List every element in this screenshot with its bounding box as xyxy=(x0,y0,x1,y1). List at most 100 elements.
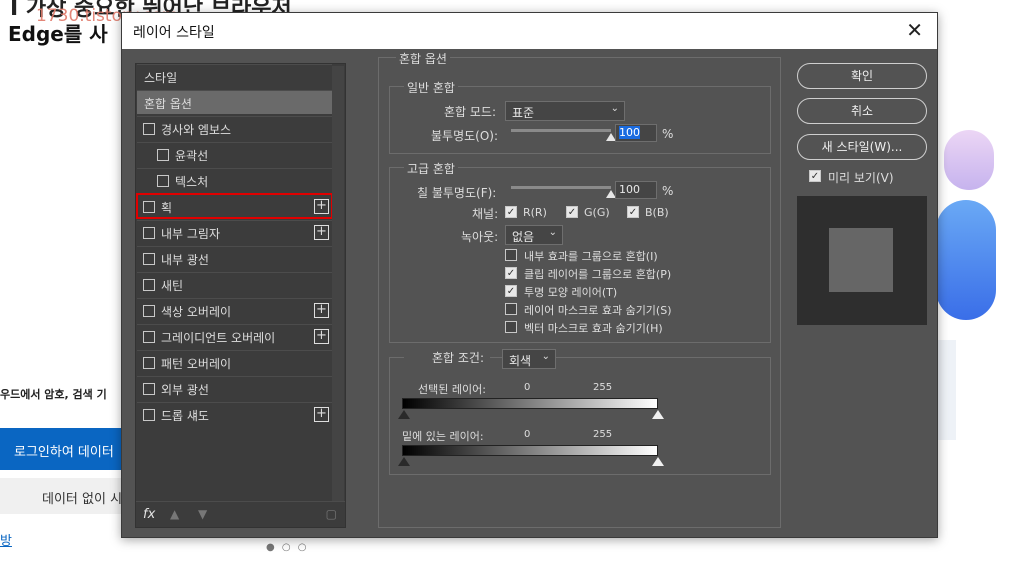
style-item-label: 획 xyxy=(161,201,173,215)
add-effect-icon[interactable]: + xyxy=(314,407,329,422)
style-checkbox[interactable] xyxy=(143,123,155,135)
style-preview xyxy=(797,196,927,325)
advanced-option-checkbox[interactable] xyxy=(505,303,517,315)
this-layer-black-handle[interactable] xyxy=(398,410,410,419)
advanced-option-label: 레이어 마스크로 효과 숨기기(S) xyxy=(524,304,672,317)
advanced-option-checkbox[interactable] xyxy=(505,249,517,261)
fill-opacity-input[interactable]: 100 xyxy=(615,181,657,199)
this-layer-gradient xyxy=(402,398,658,409)
style-item-label: 색상 오버레이 xyxy=(161,305,232,319)
carousel-dots[interactable]: ● ○ ○ xyxy=(266,542,309,553)
background-nodata-button[interactable]: 데이터 없이 시 xyxy=(0,478,130,514)
opacity-label: 불투명도(O): xyxy=(431,129,499,143)
advanced-option-checkbox[interactable]: ✓ xyxy=(505,267,517,279)
dialog-titlebar[interactable]: 레이어 스타일 ✕ xyxy=(122,13,937,49)
underlying-layer-black-handle[interactable] xyxy=(398,457,410,466)
style-list-item[interactable]: 외부 광선 xyxy=(137,376,332,400)
style-checkbox[interactable] xyxy=(143,409,155,421)
style-checkbox[interactable] xyxy=(157,175,169,187)
style-list-item[interactable]: 내부 광선 xyxy=(137,246,332,270)
move-up-icon[interactable]: ▲ xyxy=(170,507,179,521)
channel-r-label: R(R) xyxy=(523,206,547,219)
move-down-icon[interactable]: ▼ xyxy=(198,507,207,521)
style-list-item[interactable]: 경사와 엠보스 xyxy=(137,116,332,140)
style-checkbox[interactable] xyxy=(143,227,155,239)
style-item-label: 내부 광선 xyxy=(161,253,209,267)
style-list-item[interactable]: 획 + xyxy=(136,193,333,219)
advanced-option-checkbox[interactable]: ✓ xyxy=(505,285,517,297)
knockout-label: 녹아웃: xyxy=(461,230,499,244)
fill-opacity-unit: % xyxy=(662,184,674,198)
this-layer-white-handle[interactable] xyxy=(652,410,664,419)
decorative-shape xyxy=(944,130,994,190)
style-list-item[interactable]: 혼합 옵션 xyxy=(137,90,332,114)
general-blending-group: 일반 혼합 혼합 모드: 표준 ⌄ 불투명도(O): 100 % xyxy=(389,79,771,154)
background-illustration xyxy=(936,120,1006,440)
style-checkbox[interactable] xyxy=(143,357,155,369)
style-list-footer: fx ▲ ▼ ▢ xyxy=(136,501,345,528)
blend-if-label: 혼합 조건: xyxy=(404,349,491,366)
add-effect-icon[interactable]: + xyxy=(314,303,329,318)
close-icon[interactable]: ✕ xyxy=(906,18,923,42)
style-checkbox[interactable] xyxy=(143,331,155,343)
underlying-layer-min: 0 xyxy=(524,429,531,440)
new-style-button[interactable]: 새 스타일(W)... xyxy=(797,134,927,160)
blend-if-select[interactable]: 회색 ⌄ xyxy=(502,349,556,369)
style-item-label: 그레이디언트 오버레이 xyxy=(161,331,276,345)
style-checkbox[interactable] xyxy=(157,149,169,161)
style-list-item[interactable]: 내부 그림자 + xyxy=(137,220,332,244)
advanced-option-checkbox[interactable] xyxy=(505,321,517,333)
style-list-item[interactable]: 윤곽선 xyxy=(137,142,332,166)
advanced-option-label: 투명 모양 레이어(T) xyxy=(524,286,618,299)
style-item-label: 드롭 섀도 xyxy=(161,409,209,423)
trash-icon[interactable]: ▢ xyxy=(326,507,337,521)
preview-checkbox[interactable]: ✓ xyxy=(809,170,821,182)
opacity-input[interactable]: 100 xyxy=(615,124,657,142)
underlying-layer-label: 밑에 있는 레이어: xyxy=(402,430,484,443)
style-list-item[interactable]: 새틴 xyxy=(137,272,332,296)
knockout-select[interactable]: 없음 ⌄ xyxy=(505,225,563,245)
style-list-item[interactable]: 그레이디언트 오버레이 + xyxy=(137,324,332,348)
channels-label: 채널: xyxy=(472,207,499,221)
add-effect-icon[interactable]: + xyxy=(314,199,329,214)
style-checkbox[interactable] xyxy=(143,279,155,291)
dialog-title: 레이어 스타일 xyxy=(133,25,215,41)
chevron-down-icon: ⌄ xyxy=(541,351,550,362)
style-list-item[interactable]: 드롭 섀도 + xyxy=(137,402,332,426)
advanced-blending-title: 고급 혼합 xyxy=(404,160,458,177)
style-item-label: 패턴 오버레이 xyxy=(161,357,232,371)
style-list-item[interactable]: 색상 오버레이 + xyxy=(137,298,332,322)
blend-mode-select[interactable]: 표준 ⌄ xyxy=(505,101,625,121)
channel-b-checkbox[interactable]: ✓ xyxy=(627,206,639,218)
this-layer-label: 선택된 레이어: xyxy=(418,383,486,396)
underlying-layer-white-handle[interactable] xyxy=(652,457,664,466)
advanced-option-label: 내부 효과를 그룹으로 혼합(I) xyxy=(524,250,658,263)
channel-g-label: G(G) xyxy=(584,206,610,219)
chevron-down-icon: ⌄ xyxy=(610,103,619,114)
style-list-scrollbar[interactable] xyxy=(332,66,344,501)
style-preview-swatch xyxy=(829,228,893,292)
preview-label: 미리 보기(V) xyxy=(828,171,894,185)
style-list-item[interactable]: 패턴 오버레이 xyxy=(137,350,332,374)
style-checkbox[interactable] xyxy=(143,305,155,317)
opacity-slider-track[interactable] xyxy=(511,129,611,132)
blend-mode-label: 혼합 모드: xyxy=(444,105,497,119)
channel-r-checkbox[interactable]: ✓ xyxy=(505,206,517,218)
style-list-panel: 스타일 혼합 옵션 경사와 엠보스 윤곽선 텍스처 획 + 내부 그림자 + 내부 광선 새틴 색상 … xyxy=(135,63,346,528)
style-checkbox[interactable] xyxy=(143,253,155,265)
cancel-button[interactable]: 취소 xyxy=(797,98,927,124)
background-login-button[interactable]: 로그인하여 데이터 xyxy=(0,428,130,470)
style-checkbox[interactable] xyxy=(143,383,155,395)
ok-button[interactable]: 확인 xyxy=(797,63,927,89)
add-effect-icon[interactable]: + xyxy=(314,329,329,344)
fill-opacity-slider-track[interactable] xyxy=(511,186,611,189)
channel-g-checkbox[interactable]: ✓ xyxy=(566,206,578,218)
opacity-unit: % xyxy=(662,127,674,141)
add-effect-icon[interactable]: + xyxy=(314,225,329,240)
opacity-value: 100 xyxy=(619,126,640,139)
style-list-item[interactable]: 텍스처 xyxy=(137,168,332,192)
style-list-item[interactable]: 스타일 xyxy=(137,64,332,88)
background-link[interactable]: 방 xyxy=(0,530,12,549)
fx-menu-icon[interactable]: fx xyxy=(143,507,155,522)
style-checkbox[interactable] xyxy=(143,201,155,213)
